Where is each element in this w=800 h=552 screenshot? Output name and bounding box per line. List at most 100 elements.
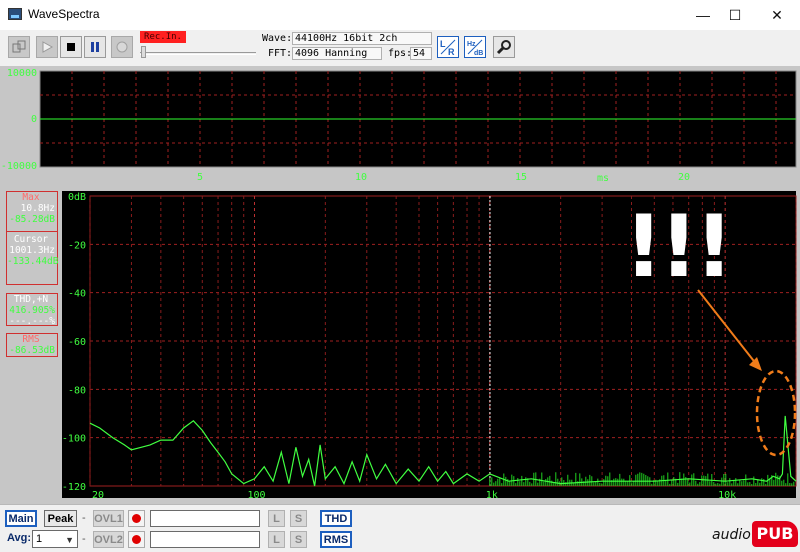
waveform-y-tick: -10000 <box>1 161 37 172</box>
record-ovl2-button[interactable] <box>128 531 145 548</box>
waveform-y-tick: 0 <box>31 114 37 125</box>
spectrum-x-tick: 10k <box>718 490 736 501</box>
play-button[interactable] <box>36 36 58 58</box>
ovl2-save-button[interactable]: S <box>290 531 307 548</box>
waveform-x-tick: 5 <box>197 172 203 183</box>
svg-text:dB: dB <box>474 50 483 56</box>
mixer-button[interactable] <box>8 36 30 58</box>
exclamation-annotation: !!! <box>624 197 734 297</box>
spectrum-y-tick: 0dB <box>68 192 86 203</box>
record-ovl1-button[interactable] <box>128 510 145 527</box>
spectrum-y-tick: -80 <box>68 385 86 396</box>
svg-text:L: L <box>440 39 446 49</box>
waveform-display: 10000 0 -10000 5 10 15 20 ms <box>1 68 797 184</box>
wave-label: Wave: <box>262 33 293 44</box>
waveform-x-unit: ms <box>597 173 609 184</box>
max-frequency: 10.8Hz <box>20 203 55 214</box>
fft-label: FFT: <box>268 48 293 59</box>
waveform-x-tick: 20 <box>678 172 690 183</box>
record-dot-icon <box>132 535 141 544</box>
thd-label: THD,+N <box>13 294 49 305</box>
ovl2-name-field[interactable] <box>150 531 260 548</box>
waveform-panel: 10000 0 -10000 5 10 15 20 ms <box>0 66 800 187</box>
waveform-x-tick: 10 <box>355 172 367 183</box>
wave-format-field: 44100Hz 16bit 2ch <box>292 32 432 45</box>
ovl2-button[interactable]: OVL2 <box>93 531 124 548</box>
wrench-icon <box>496 40 511 55</box>
lr-channel-button[interactable]: LR <box>437 36 459 58</box>
chevron-down-icon: ▼ <box>65 535 74 545</box>
rms-value: -86.53dB <box>9 345 55 356</box>
peak-button[interactable]: Peak <box>44 510 77 527</box>
close-button[interactable]: ✕ <box>754 0 800 30</box>
app-icon <box>8 8 22 20</box>
fps-label: fps: <box>388 48 413 59</box>
settings-button[interactable] <box>493 36 515 58</box>
fps-field: 54 <box>410 47 432 60</box>
avg-select[interactable]: 1 ▼ <box>32 530 78 548</box>
dash-2: - <box>82 533 86 545</box>
fft-size-field: 4096 Hanning <box>292 47 382 60</box>
pause-button[interactable] <box>84 36 106 58</box>
ovl1-save-button[interactable]: S <box>290 510 307 527</box>
spectrum-x-tick: 20 <box>92 490 104 501</box>
rms-label: RMS <box>22 334 40 345</box>
max-readout: Max 10.8Hz -85.28dB <box>6 191 58 232</box>
window-title: WaveSpectra <box>28 7 100 21</box>
hz-db-icon: HzdB <box>467 39 483 56</box>
cursor-label: Cursor <box>13 234 49 245</box>
spectrum-y-tick: -60 <box>68 337 86 348</box>
wavespectra-window: WaveSpectra — ☐ ✕ Rec.In. Wave: 44100Hz … <box>0 0 800 552</box>
avg-value: 1 <box>36 533 43 545</box>
spectrum-y-tick: -40 <box>68 289 86 300</box>
main-button[interactable]: Main <box>5 510 37 527</box>
stop-icon <box>67 43 75 51</box>
cursor-frequency: 1001.3Hz <box>9 245 55 256</box>
cursor-level: -133.44dB <box>7 256 59 267</box>
spectrum-x-tick: 100 <box>247 490 265 501</box>
mixer-icon <box>12 40 26 53</box>
ovl2-load-button[interactable]: L <box>268 531 285 548</box>
maximize-button[interactable]: ☐ <box>712 0 758 30</box>
ovl1-load-button[interactable]: L <box>268 510 285 527</box>
play-icon <box>42 41 54 53</box>
bottom-bar: Main Peak - OVL1 L S THD Avg: 1 ▼ - OVL2 … <box>0 504 800 552</box>
audiopub-logo: audio PUB <box>712 519 798 549</box>
input-level-slider-track <box>140 52 256 55</box>
cursor-readout: Cursor 1001.3Hz -133.44dB <box>6 231 58 285</box>
hz-db-button[interactable]: Hz dB <box>464 36 486 58</box>
rms-readout: RMS -86.53dB <box>6 333 58 357</box>
max-level: -85.28dB <box>9 214 55 225</box>
rms-button[interactable]: RMS <box>320 531 352 548</box>
record-dot-icon <box>132 514 141 523</box>
input-level-slider[interactable] <box>141 46 146 58</box>
minimize-icon: — <box>696 7 710 23</box>
thd-readout: THD,+N 416.905% ---.---% <box>6 293 58 327</box>
toolbar: Rec.In. Wave: 44100Hz 16bit 2ch FFT: 409… <box>0 30 800 66</box>
ovl1-name-field[interactable] <box>150 510 260 527</box>
rec-in-label: Rec.In. <box>140 31 186 43</box>
dash-1: - <box>82 512 86 524</box>
lr-channel-icon: LR <box>440 39 456 56</box>
thd-value-2: ---.---% <box>9 316 55 327</box>
spectrum-y-tick: -100 <box>62 434 86 445</box>
spectrum-y-tick: -120 <box>62 482 86 493</box>
thd-value: 416.905% <box>9 305 55 316</box>
ovl1-button[interactable]: OVL1 <box>93 510 124 527</box>
avg-label: Avg: <box>7 532 32 544</box>
maximize-icon: ☐ <box>728 6 742 23</box>
spectrum-x-tick: 1k <box>486 490 498 501</box>
record-button[interactable] <box>111 36 133 58</box>
max-label: Max <box>22 192 40 203</box>
spectrum-y-tick: -20 <box>68 240 86 251</box>
pause-icon <box>91 42 99 52</box>
svg-text:R: R <box>448 47 455 56</box>
thd-button[interactable]: THD <box>320 510 352 527</box>
record-icon <box>116 41 128 53</box>
title-bar: WaveSpectra — ☐ ✕ <box>0 0 800 30</box>
stop-button[interactable] <box>60 36 82 58</box>
close-icon: ✕ <box>771 6 783 23</box>
spectrum-panel: 0dB -20 -40 -60 -80 -100 -120 20 100 1k 10k Max 10… <box>0 187 800 504</box>
waveform-x-tick: 15 <box>515 172 527 183</box>
waveform-y-tick: 10000 <box>7 68 37 79</box>
